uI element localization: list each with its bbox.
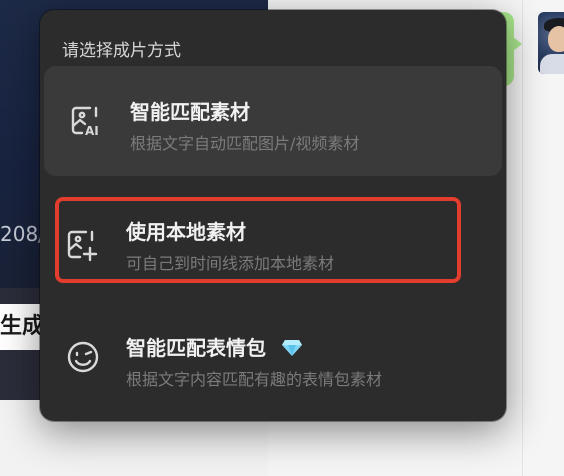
image-add-icon [64,226,102,264]
smiley-icon [64,338,102,376]
popup-title: 请选择成片方式 [62,41,181,61]
image-ai-icon: AI [68,102,106,140]
diamond-icon [281,338,303,362]
menu-item-smart-match[interactable]: AI 智能匹配素材 根据文字自动匹配图片/视频素材 [44,66,502,176]
item-description: 可自己到时间线添加本地素材 [126,254,335,273]
item-title-row: 智能匹配表情包 [126,332,303,362]
chat-bubble-tail [512,36,522,52]
menu-item-local-material[interactable]: 使用本地素材 可自己到时间线添加本地素材 [40,190,506,300]
item-description: 根据文字内容匹配有趣的表情包素材 [126,370,383,389]
production-mode-popup: 请选择成片方式 AI 智能匹配素材 根据文字自动匹配图片/视频素材 使用本地素材… [40,10,506,421]
item-description: 根据文字自动匹配图片/视频素材 [130,134,360,153]
menu-item-emoji-match[interactable]: 智能匹配表情包 根据文字内容匹配有趣的表情包素材 [40,302,506,412]
item-title: 智能匹配素材 [130,100,250,124]
divider [522,0,523,476]
item-title: 使用本地素材 [126,220,246,244]
avatar[interactable] [538,12,564,74]
svg-text:AI: AI [85,124,99,138]
item-title: 智能匹配表情包 [126,336,266,360]
char-counter: 208/ [0,222,45,246]
